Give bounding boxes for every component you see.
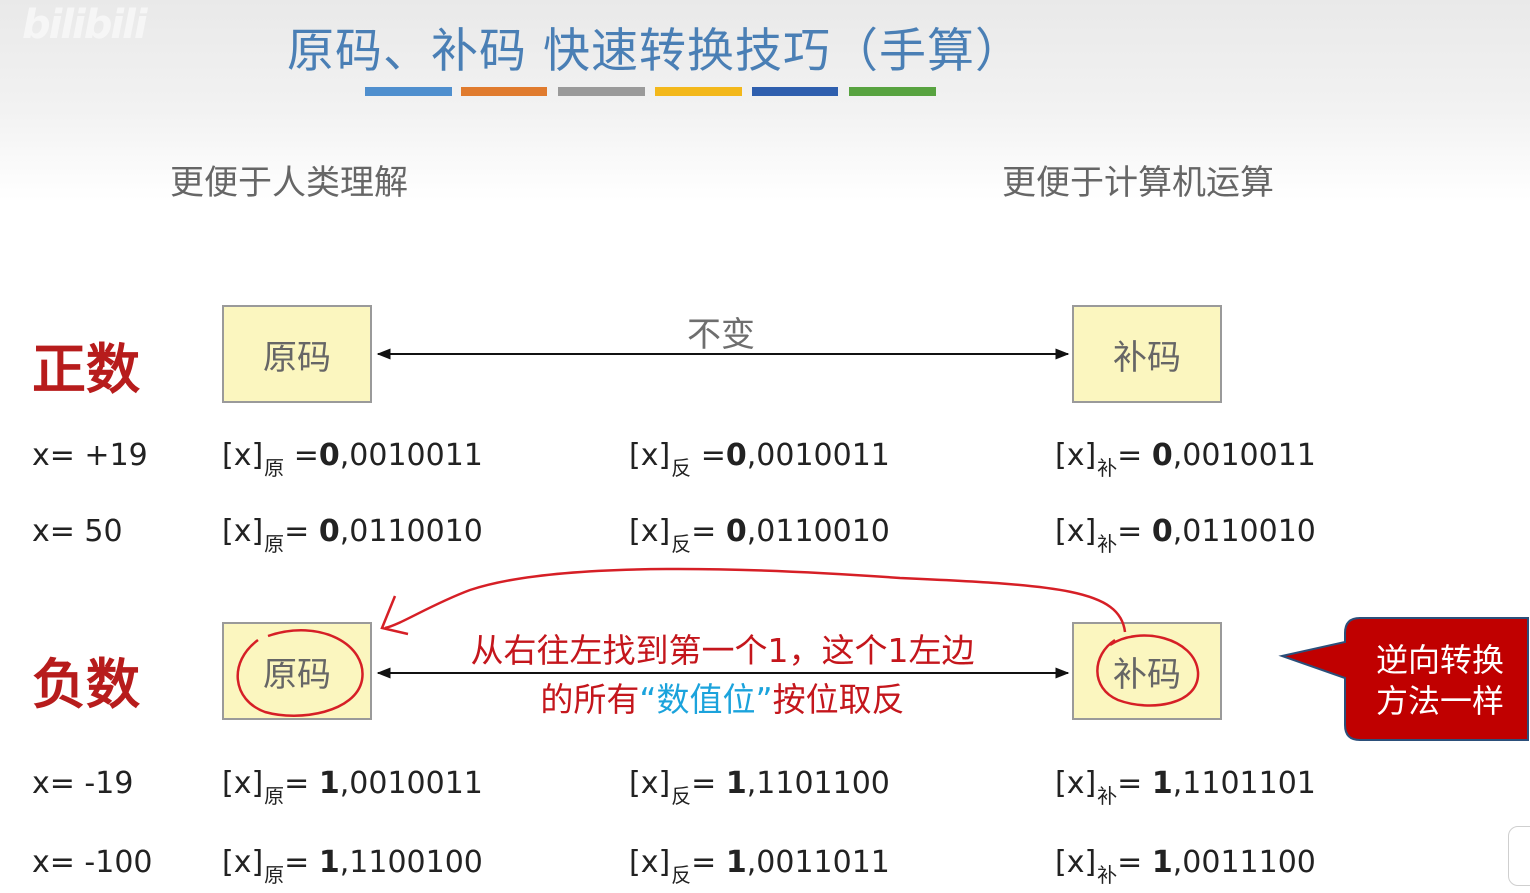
circle-around-sign-magnitude [236, 629, 364, 717]
curve-arrowhead [380, 595, 409, 636]
reverse-conversion-curve-arrow [384, 567, 1127, 633]
reverse-conversion-callout: 逆向转换 方法一样 [1375, 641, 1504, 720]
diagram-overlay [236, 348, 1529, 741]
scroll-handle[interactable] [1508, 826, 1530, 886]
circle-around-twos-complement [1096, 634, 1200, 707]
